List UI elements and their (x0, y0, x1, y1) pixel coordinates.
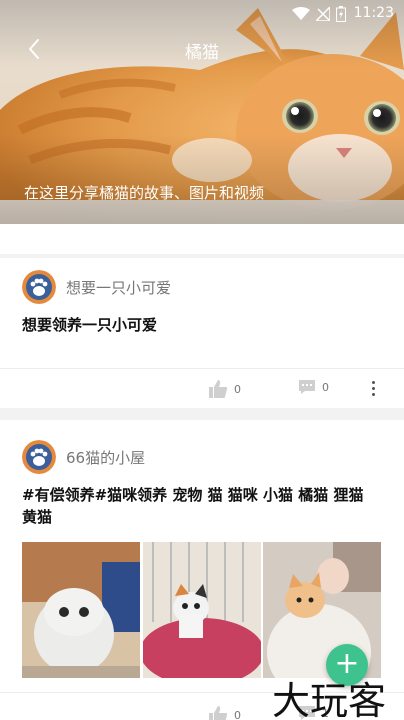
comment-icon (299, 380, 315, 394)
like-button[interactable]: 0 (208, 705, 241, 720)
page-title: 橘猫 (185, 43, 219, 63)
post-author[interactable]: 66猫的小屋 (22, 440, 145, 474)
avatar (22, 440, 56, 474)
author-name: 想要一只小可爱 (66, 278, 172, 297)
photo-thumbnail[interactable] (142, 542, 262, 678)
more-options-button[interactable] (366, 378, 380, 400)
like-button[interactable]: 0 (208, 379, 241, 399)
status-bar: 11:23 (0, 0, 404, 28)
comment-button[interactable]: 0 (298, 379, 329, 395)
post-card[interactable]: 想要一只小可爱 想要领养一只小可爱 0 0 (0, 258, 404, 408)
post-author[interactable]: 想要一只小可爱 (22, 270, 171, 304)
like-count: 0 (234, 382, 241, 396)
author-name: 66猫的小屋 (66, 448, 146, 467)
status-time: 11:23 (353, 5, 394, 21)
battery-icon (336, 6, 346, 22)
paw-avatar-icon (22, 270, 56, 304)
photo-thumbnail[interactable] (22, 542, 141, 678)
kitten-photo (22, 542, 140, 678)
more-dot (371, 393, 375, 396)
screen: 11:23 橘猫 在这里分享橘猫的故事、图片和视频 想要一只小可爱 想要领养一只… (0, 0, 404, 720)
thumbs-up-icon (209, 380, 228, 398)
comment-count: 0 (322, 380, 329, 394)
like-count: 0 (234, 708, 241, 720)
wifi-icon (292, 7, 310, 20)
signal-off-icon (316, 7, 330, 21)
post-text: 想要领养一只小可爱 (22, 316, 158, 334)
watermark-logo: 大玩客 (272, 679, 387, 720)
kitten-photo (142, 542, 262, 678)
divider (0, 368, 404, 369)
status-icons (292, 6, 346, 22)
avatar (22, 270, 56, 304)
hero-banner: 11:23 橘猫 在这里分享橘猫的故事、图片和视频 (0, 0, 404, 224)
post-actions: 0 0 (0, 370, 404, 410)
header-gap (0, 224, 404, 254)
more-dot (371, 387, 375, 390)
post-text: #有偿领养#猫咪领养 宠物 猫 猫咪 小猫 橘猫 狸猫 黄猫 (22, 486, 364, 526)
page-subtitle: 在这里分享橘猫的故事、图片和视频 (24, 184, 265, 202)
paw-avatar-icon (22, 440, 56, 474)
more-dot (371, 381, 375, 384)
thumbs-up-icon (209, 706, 228, 720)
